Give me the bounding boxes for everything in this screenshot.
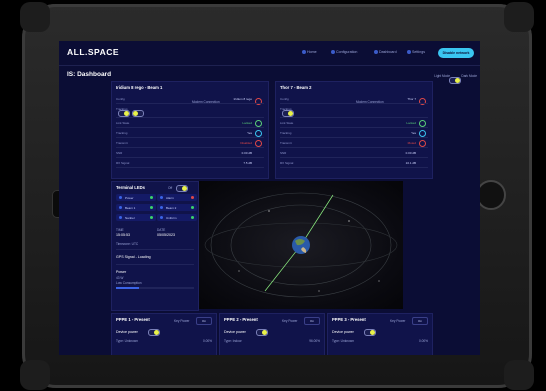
power-title: Power — [116, 270, 127, 274]
device-type: Type: Unknown — [332, 339, 354, 343]
device-type: Type: Unknown — [116, 339, 138, 343]
panel-title: Thor 7 - Beam 2 — [280, 85, 312, 90]
row: Tracking Yes — [280, 128, 428, 138]
tracking-toggle[interactable] — [282, 110, 294, 117]
case-corner — [20, 360, 50, 390]
led-uniform: Uniform — [157, 214, 197, 221]
device-power-toggle[interactable] — [256, 329, 268, 336]
row: RX Signal 7.5 dB — [116, 158, 264, 168]
app-logo: ALL.SPACE — [67, 47, 120, 57]
toggle-switch[interactable] — [449, 77, 461, 85]
nav-settings[interactable]: Settings — [407, 50, 425, 55]
power-select[interactable]: On — [412, 317, 428, 325]
preset-panel-3: PPPE 3 - Present Key Power On Device pow… — [327, 313, 433, 355]
led-nanbel: Nanbel — [116, 214, 156, 221]
device-value: 0.00% — [202, 339, 212, 343]
device-value: 0.00% — [418, 339, 428, 343]
time-value: 15:05:53 — [116, 233, 130, 237]
device-type: Type: Indoor — [224, 339, 242, 343]
settings-icon — [407, 50, 411, 55]
row: RX Signal 10.1 dB — [280, 158, 428, 168]
config-icon — [331, 50, 335, 55]
power-value: 43 W — [116, 276, 124, 280]
row: Config Iridium 8 rego — [116, 94, 264, 104]
nav-label: Settings — [412, 50, 425, 54]
terminal-title: Terminal LEDs — [116, 185, 146, 190]
nav-home[interactable]: Home — [302, 50, 317, 55]
preset-title: PPPE 3 - Present — [332, 317, 366, 322]
device-power-toggle[interactable] — [364, 329, 376, 336]
tracking-toggle[interactable] — [118, 110, 130, 117]
beam-panel-1: Iridium 8 rego - Beam 1 Modem Connection… — [111, 81, 269, 179]
tracking-toggle-2[interactable] — [132, 110, 144, 117]
led-toggle-label: Off — [168, 186, 173, 190]
row: Config Thor 7 — [280, 94, 428, 104]
screen: ALL.SPACE Home Configuration Dashboard S… — [59, 41, 480, 355]
orbit-svg — [204, 192, 398, 298]
timezone: Timezone: UTC — [116, 242, 139, 246]
beam-panel-2: Thor 7 - Beam 2 Modem Connection Config T… — [275, 81, 433, 179]
row: Tracking — [116, 104, 264, 118]
case-corner — [504, 360, 534, 390]
preset-title: PPPE 1 - Present — [116, 317, 150, 322]
nav-label: Home — [307, 50, 317, 54]
disable-network-button[interactable]: Disable network — [438, 48, 474, 58]
earth-icon — [292, 236, 310, 254]
time-label: TIME — [116, 228, 124, 232]
preset-title: PPPE 2 - Present — [224, 317, 258, 322]
device-power-label: Device power — [332, 330, 354, 334]
key-power-label: Key Power — [174, 319, 190, 323]
terminal-panel: Terminal LEDs Off Power Alarm Beam 1 Bea… — [111, 181, 199, 311]
orbit-map[interactable] — [199, 181, 403, 309]
key-power-label: Key Power — [390, 319, 406, 323]
case-corner — [20, 2, 50, 32]
panel-title: Iridium 8 rego - Beam 1 — [116, 85, 163, 90]
power-sub: Low Consumption — [116, 281, 142, 285]
device-value: 96.00% — [309, 339, 320, 343]
power-select[interactable]: On — [304, 317, 320, 325]
row: Link State Locked — [116, 118, 264, 128]
dashboard-icon — [374, 50, 378, 55]
date-label: DATE — [157, 228, 166, 232]
home-button[interactable] — [476, 180, 506, 210]
dark-mode-label: Dark Mode — [461, 74, 477, 78]
nav-dashboard[interactable]: Dashboard — [374, 50, 397, 55]
device-power-label: Device power — [116, 330, 138, 334]
mode-toggle[interactable] — [449, 72, 461, 90]
case-corner — [504, 2, 534, 32]
date-value: 05/05/2023 — [157, 233, 175, 237]
power-bar — [116, 287, 194, 289]
nav-label: Configuration — [336, 50, 358, 54]
row: Transmit Disabled — [116, 138, 264, 148]
preset-panel-1: PPPE 1 - Present Key Power On Device pow… — [111, 313, 217, 355]
row: Transmit Muted — [280, 138, 428, 148]
preset-panel-2: PPPE 2 - Present Key Power On Device pow… — [219, 313, 325, 355]
device-power-toggle[interactable] — [148, 329, 160, 336]
gps-status: GPS Signal - Loading — [116, 255, 151, 259]
row: SNR 0.00 dB — [280, 148, 428, 158]
led-beam-2: Beam 2 — [157, 204, 197, 211]
nav-label: Dashboard — [379, 50, 397, 54]
page-title: IS: Dashboard — [67, 71, 112, 78]
row: SNR 0.00 dB — [116, 148, 264, 158]
light-mode-label: Light Mode — [434, 74, 450, 78]
row: Tracking — [280, 104, 428, 118]
led-alarm: Alarm — [157, 194, 197, 201]
top-bar: ALL.SPACE Home Configuration Dashboard S… — [59, 41, 480, 66]
row: Link State Locked — [280, 118, 428, 128]
led-beam-1: Beam 1 — [116, 204, 156, 211]
power-select[interactable]: On — [196, 317, 212, 325]
led-toggle[interactable] — [176, 185, 188, 192]
home-icon — [302, 50, 306, 55]
row: Tracking Yes — [116, 128, 264, 138]
nav-configuration[interactable]: Configuration — [331, 50, 358, 55]
key-power-label: Key Power — [282, 319, 298, 323]
led-power: Power — [116, 194, 156, 201]
device-power-label: Device power — [224, 330, 246, 334]
